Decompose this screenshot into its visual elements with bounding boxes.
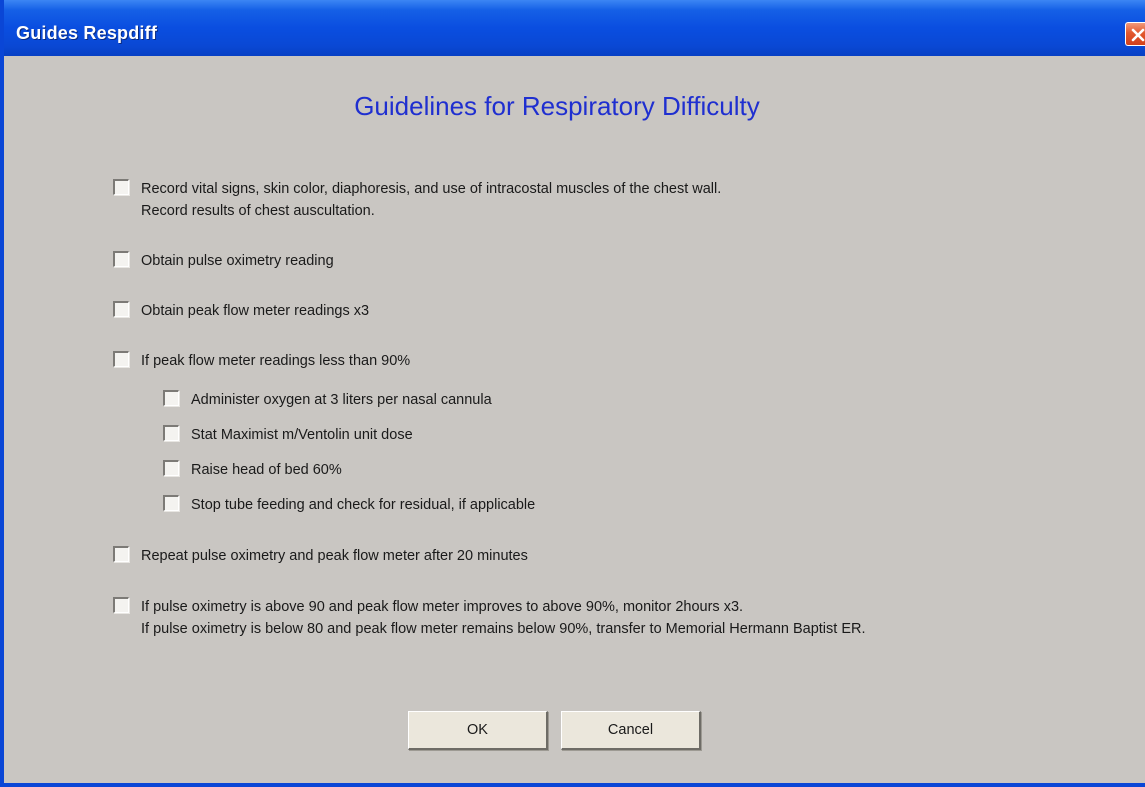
item-label: Repeat pulse oximetry and peak flow mete…	[141, 548, 528, 564]
item-label: If peak flow meter readings less than 90…	[141, 353, 411, 369]
checkbox[interactable]	[113, 179, 129, 195]
dialog-content: Guidelines for Respiratory Difficulty Re…	[8, 56, 1145, 783]
subitem-label: Raise head of bed 60%	[191, 462, 342, 478]
checkbox[interactable]	[163, 460, 179, 476]
item-label-line2: Record results of chest auscultation.	[141, 203, 375, 219]
window-title: Guides Respdiff	[16, 23, 158, 43]
checkbox[interactable]	[163, 425, 179, 441]
item-label: Obtain peak flow meter readings x3	[141, 303, 370, 319]
checkbox[interactable]	[113, 597, 129, 613]
checkbox[interactable]	[163, 495, 179, 511]
title-bar[interactable]: Guides Respdiff	[4, 0, 1145, 56]
subitem-label: Administer oxygen at 3 liters per nasal …	[191, 392, 492, 408]
cancel-button[interactable]: Cancel	[561, 711, 701, 750]
ok-button[interactable]: OK	[408, 711, 548, 750]
checkbox[interactable]	[163, 390, 179, 406]
page-title: Guidelines for Respiratory Difficulty	[354, 91, 760, 121]
checkbox[interactable]	[113, 251, 129, 267]
dialog-window: Guides Respdiff Guidelines for Respirato…	[0, 0, 1145, 787]
checkbox[interactable]	[113, 546, 129, 562]
subitem-label: Stop tube feeding and check for residual…	[191, 497, 536, 513]
item-label-line2: If pulse oximetry is below 80 and peak f…	[141, 621, 866, 637]
item-label: Record vital signs, skin color, diaphore…	[141, 181, 722, 197]
item-label: Obtain pulse oximetry reading	[141, 253, 334, 269]
checkbox[interactable]	[113, 351, 129, 367]
close-icon	[1131, 28, 1145, 42]
item-label: If pulse oximetry is above 90 and peak f…	[141, 599, 744, 615]
subitem-label: Stat Maximist m/Ventolin unit dose	[191, 427, 413, 443]
close-button[interactable]	[1125, 22, 1145, 46]
checkbox[interactable]	[113, 301, 129, 317]
